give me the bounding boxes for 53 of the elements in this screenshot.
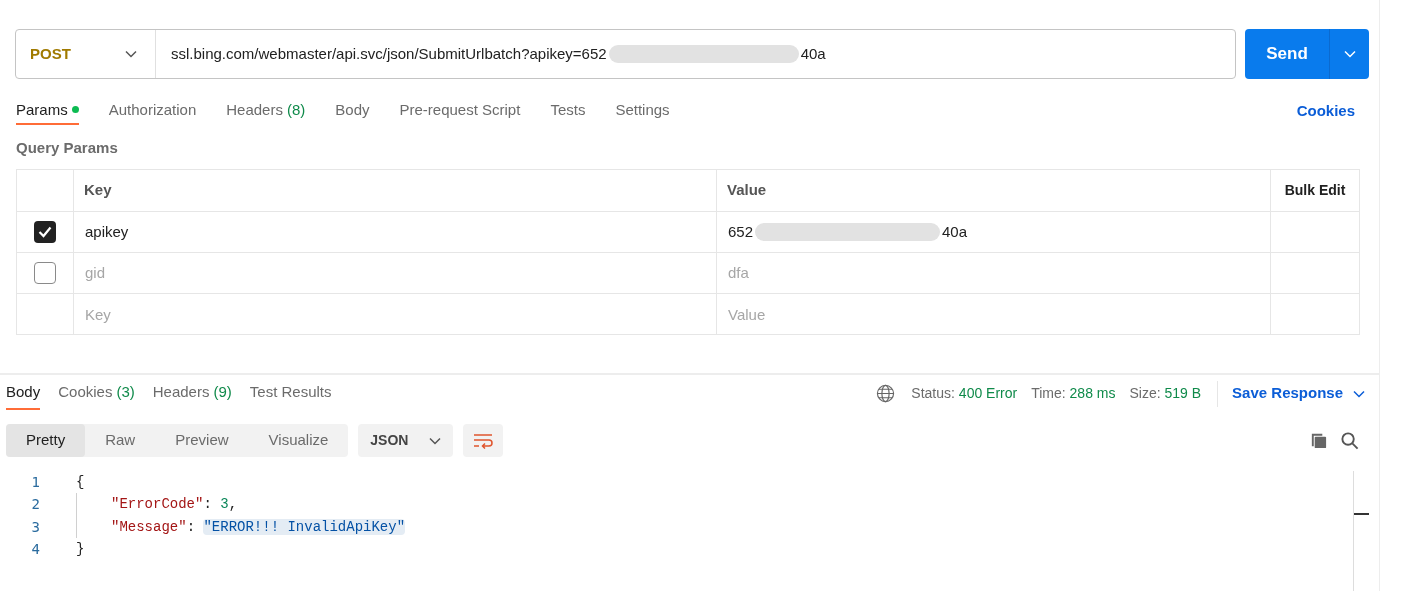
search-icon[interactable] (1340, 431, 1359, 451)
request-tab[interactable]: Body (335, 97, 370, 125)
url-text[interactable]: ssl.bing.com/webmaster/api.svc/json/SubmitUrlbatch?apikey=652 40a (156, 42, 826, 66)
view-mode-tab[interactable]: Visualize (248, 424, 349, 457)
checkbox[interactable] (34, 221, 56, 244)
response-stat: Size: 519 B (1129, 384, 1202, 404)
format-dropdown[interactable]: JSON (358, 424, 454, 457)
chevron-down-icon (429, 436, 442, 445)
bulk-edit-button[interactable]: Bulk Edit (1271, 170, 1359, 212)
line-number: 4 (30, 540, 41, 560)
checkbox[interactable] (34, 262, 56, 285)
response-tab[interactable]: Headers (9) (152, 377, 232, 411)
request-tab[interactable]: Tests (550, 97, 586, 125)
key-input[interactable]: Key (74, 294, 716, 335)
response-tab[interactable]: Body (6, 377, 41, 411)
response-tab[interactable]: Test Results (249, 377, 332, 411)
code-line: "ErrorCode": 3, (76, 493, 238, 516)
method-dropdown[interactable]: POST (16, 30, 156, 78)
chevron-down-icon (1353, 389, 1365, 398)
view-mode-tab[interactable]: Pretty (6, 424, 86, 457)
cookies-link[interactable]: Cookies (1296, 99, 1355, 123)
line-number: 1 (30, 473, 41, 492)
line-number: 3 (30, 518, 41, 537)
column-header: Key (74, 170, 717, 212)
request-tab[interactable]: Authorization (108, 97, 197, 125)
response-stat: Status: 400 Error (911, 384, 1018, 404)
column-header: Value (717, 170, 1271, 212)
response-tab[interactable]: Cookies (3) (58, 377, 135, 411)
response-stat: Time: 288 ms (1031, 384, 1116, 404)
chevron-down-icon (1343, 50, 1356, 58)
view-mode-tab[interactable]: Raw (85, 424, 156, 457)
globe-icon (876, 384, 896, 404)
checkmark-icon (38, 226, 52, 239)
request-tab[interactable]: Params (16, 97, 79, 125)
line-number: 2 (30, 495, 41, 515)
wrap-lines-icon (473, 432, 494, 449)
wrap-lines-button[interactable] (463, 424, 504, 457)
save-response-button[interactable]: Save Response (1232, 382, 1365, 405)
url-bar[interactable]: POST ssl.bing.com/webmaster/api.svc/json/SubmitUrlbatch?apikey=652 40a (15, 29, 1236, 79)
request-tab[interactable]: Settings (615, 97, 670, 125)
section-title: Query Params (15, 137, 119, 158)
chevron-down-icon (125, 50, 137, 58)
value-input[interactable]: Value (717, 294, 1270, 335)
code-line: { (76, 473, 85, 492)
request-tab[interactable]: Pre-request Script (399, 97, 521, 125)
key-cell[interactable]: apikey (74, 212, 717, 253)
request-tab[interactable]: Headers (8) (226, 97, 306, 125)
code-line: "Message": "ERROR!!! InvalidApiKey" (76, 516, 406, 539)
code-editor[interactable]: 1 { 2 "ErrorCode": 3, 3 "Message": "ERROR!!! InvalidApiKey" 4 } (0, 471, 1353, 591)
copy-icon[interactable] (1309, 431, 1328, 451)
view-mode-tab[interactable]: Preview (155, 424, 249, 457)
value-cell[interactable]: 652 40a (717, 212, 1271, 253)
code-line: } (76, 540, 85, 560)
